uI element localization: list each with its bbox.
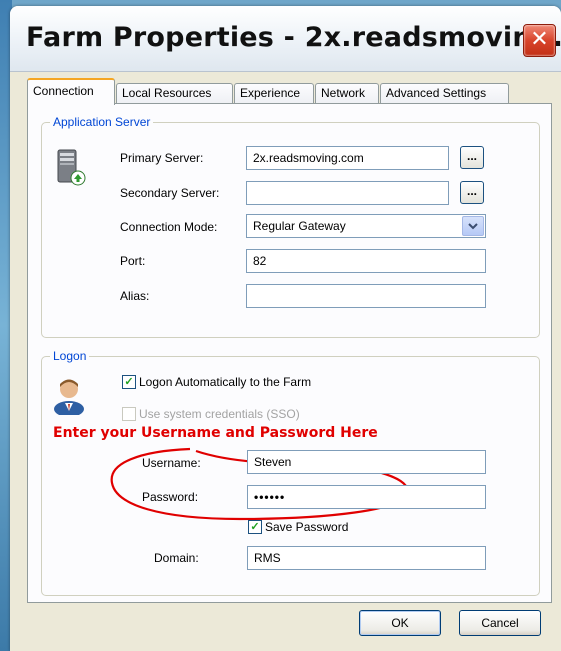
username-input[interactable]: Steven — [247, 450, 486, 474]
user-icon — [50, 375, 88, 415]
logon-automatically-label: Logon Automatically to the Farm — [139, 375, 312, 389]
use-sso-checkbox[interactable] — [122, 407, 136, 421]
alias-input[interactable] — [246, 284, 486, 308]
secondary-server-label: Secondary Server: — [120, 186, 220, 200]
title-bar[interactable]: Farm Properties - 2x.readsmovin... ✕ — [10, 6, 561, 72]
connection-tab-panel: Application Server Primary Server: 2x.re… — [27, 103, 552, 603]
connection-mode-label: Connection Mode: — [120, 220, 218, 234]
connection-mode-select[interactable]: Regular Gateway — [246, 214, 486, 238]
secondary-server-input[interactable] — [246, 181, 449, 205]
domain-label: Domain: — [154, 551, 199, 565]
domain-input[interactable]: RMS — [247, 546, 486, 570]
tab-network[interactable]: Network — [315, 83, 379, 104]
port-label: Port: — [120, 254, 146, 268]
port-input[interactable]: 82 — [246, 249, 486, 273]
window-title: Farm Properties - 2x.readsmovin... — [26, 22, 561, 53]
primary-server-label: Primary Server: — [120, 151, 204, 165]
tab-advanced-settings[interactable]: Advanced Settings — [380, 83, 509, 104]
application-server-legend: Application Server — [50, 115, 154, 129]
logon-legend: Logon — [50, 349, 90, 363]
server-icon — [54, 148, 88, 188]
tab-connection[interactable]: Connection — [27, 78, 115, 105]
close-button[interactable]: ✕ — [523, 24, 556, 57]
annotation-text: Enter your Username and Password Here — [53, 425, 378, 441]
password-input[interactable]: •••••• — [247, 485, 486, 509]
close-icon: ✕ — [530, 27, 549, 52]
logon-group: Logon ✓ Logon Automatically to the Farm … — [41, 349, 540, 596]
cancel-button[interactable]: Cancel — [459, 610, 541, 636]
username-label: Username: — [142, 456, 201, 470]
secondary-server-browse-button[interactable]: ... — [460, 181, 484, 204]
save-password-label: Save Password — [265, 520, 349, 534]
tab-experience[interactable]: Experience — [234, 83, 314, 104]
application-server-group: Application Server Primary Server: 2x.re… — [41, 115, 540, 338]
password-label: Password: — [142, 490, 199, 504]
alias-label: Alias: — [120, 289, 150, 303]
farm-properties-dialog: Farm Properties - 2x.readsmovin... ✕ Con… — [10, 6, 561, 651]
primary-server-input[interactable]: 2x.readsmoving.com — [246, 146, 449, 170]
ok-button[interactable]: OK — [359, 610, 441, 636]
save-password-checkbox[interactable]: ✓ — [248, 520, 262, 534]
chevron-down-icon[interactable] — [462, 216, 484, 236]
primary-server-browse-button[interactable]: ... — [460, 146, 484, 169]
tab-local-resources[interactable]: Local Resources — [116, 83, 233, 104]
logon-automatically-checkbox[interactable]: ✓ — [122, 375, 136, 389]
connection-mode-value: Regular Gateway — [253, 219, 346, 233]
use-sso-label: Use system credentials (SSO) — [139, 407, 300, 421]
